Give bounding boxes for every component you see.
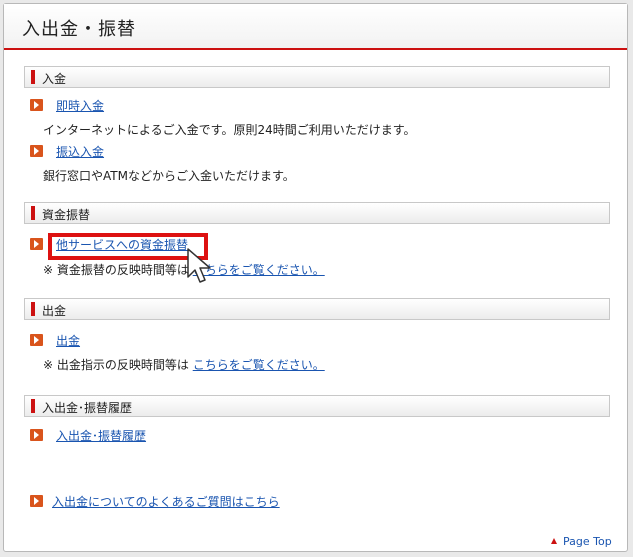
withdrawal-note: ※ 出金指示の反映時間等は こちらをご覧ください。: [43, 356, 325, 373]
section-header-deposit: 入金: [24, 66, 610, 88]
faq-link[interactable]: 入出金についてのよくあるご質問はこちら: [52, 493, 280, 510]
transfer-note: ※ 資金振替の反映時間等は こちらをご覧ください。: [43, 261, 325, 278]
section-marker: [31, 302, 35, 316]
page-title: 入出金・振替: [22, 19, 136, 40]
main-panel: 入出金・振替 入金 即時入金 インターネットによるご入金です。原則24時間ご利用…: [3, 3, 628, 552]
withdrawal-note-link[interactable]: こちらをご覧ください。: [193, 358, 325, 372]
arrow-icon: [30, 145, 43, 157]
instant-deposit-description: インターネットによるご入金です。原則24時間ご利用いただけます。: [43, 123, 416, 137]
arrow-icon: [30, 334, 43, 346]
bank-transfer-deposit-description: 銀行窓口やATMなどからご入金いただけます。: [43, 169, 295, 183]
section-header-withdrawal: 出金: [24, 298, 610, 320]
section-marker: [31, 206, 35, 220]
section-header-transfer: 資金振替: [24, 202, 610, 224]
arrow-icon: [30, 99, 43, 111]
page-top-label: Page Top: [563, 535, 612, 548]
transfer-note-text: ※ 資金振替の反映時間等は: [43, 263, 189, 277]
arrow-icon: [30, 238, 43, 250]
page-header: 入出金・振替: [4, 4, 627, 50]
bank-transfer-deposit-link[interactable]: 振込入金: [56, 143, 104, 160]
arrow-icon: [30, 495, 43, 507]
section-marker: [31, 399, 35, 413]
history-link[interactable]: 入出金･振替履歴: [56, 427, 146, 444]
section-title-deposit: 入金: [42, 72, 67, 86]
instant-deposit-link[interactable]: 即時入金: [56, 97, 104, 114]
section-header-history: 入出金･振替履歴: [24, 395, 610, 417]
page-top-link[interactable]: Page Top: [551, 535, 612, 548]
up-arrow-icon: [551, 538, 557, 544]
section-title-withdrawal: 出金: [42, 304, 67, 318]
arrow-icon: [30, 429, 43, 441]
section-title-transfer: 資金振替: [42, 208, 91, 222]
fund-transfer-link[interactable]: 他サービスへの資金振替: [56, 236, 188, 253]
section-title-history: 入出金･振替履歴: [42, 401, 133, 415]
withdrawal-link[interactable]: 出金: [56, 332, 80, 349]
withdrawal-note-text: ※ 出金指示の反映時間等は: [43, 358, 189, 372]
mouse-pointer-icon: [187, 248, 211, 283]
section-marker: [31, 70, 35, 84]
